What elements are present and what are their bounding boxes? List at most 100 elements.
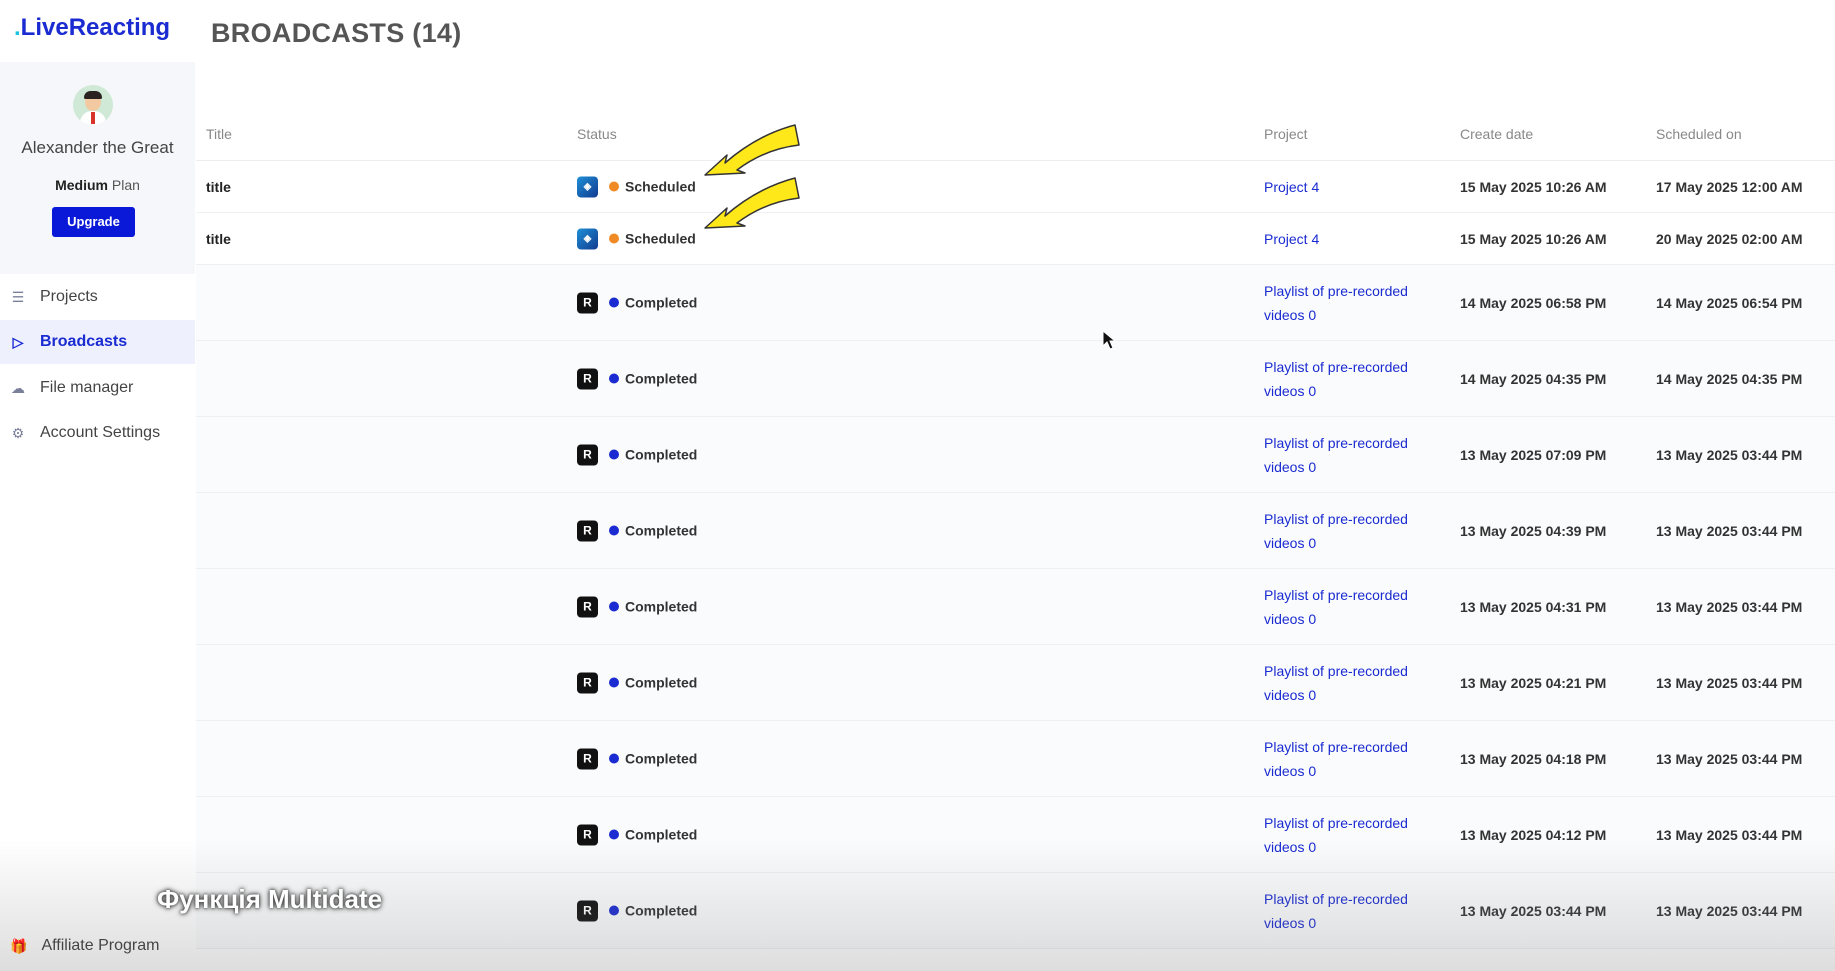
youtube-thumbnail-icon: ◈ [577, 176, 598, 197]
table-row[interactable]: R Completed Playlist of pre-recorded video… [196, 341, 1835, 417]
create-date: 13 May 2025 07:09 PM [1460, 446, 1607, 463]
scheduled-date: 13 May 2025 03:44 PM [1656, 522, 1803, 539]
status-badge: R Completed [577, 900, 697, 921]
project-link[interactable]: Playlist of pre-recorded videos 0 [1264, 279, 1439, 327]
project-link[interactable]: Playlist of pre-recorded videos 0 [1264, 431, 1439, 479]
status-badge: R Completed [577, 748, 697, 769]
scheduled-date: 17 May 2025 12:00 AM [1656, 178, 1803, 195]
column-header-scheduled-on[interactable]: Scheduled on [1656, 126, 1742, 142]
scheduled-date: 13 May 2025 03:44 PM [1656, 598, 1803, 615]
status-badge: R Completed [577, 824, 697, 845]
video-caption: Функція Multidate [157, 884, 383, 914]
project-link[interactable]: Playlist of pre-recorded videos 0 [1264, 811, 1439, 859]
sidebar-item-label: Affiliate Program [41, 937, 160, 954]
broadcasts-table: Title Status Project Create date Schedul… [196, 112, 1835, 949]
status-badge: ◈ Scheduled [577, 228, 696, 249]
create-date: 13 May 2025 04:31 PM [1460, 598, 1607, 615]
status-badge: R Completed [577, 520, 697, 541]
create-date: 13 May 2025 04:21 PM [1460, 674, 1607, 691]
table-row[interactable]: R Completed Playlist of pre-recorded video… [196, 569, 1835, 645]
upgrade-button[interactable]: Upgrade [52, 207, 135, 237]
column-header-title[interactable]: Title [206, 126, 232, 142]
livereacting-r-icon: R [577, 748, 598, 769]
table-header: Title Status Project Create date Schedul… [196, 112, 1835, 161]
plan-name: Medium [55, 177, 108, 193]
column-header-create-date[interactable]: Create date [1460, 126, 1533, 142]
page-title: BROADCASTS (14) [211, 18, 462, 48]
column-header-project[interactable]: Project [1264, 126, 1308, 142]
status-label: Scheduled [625, 178, 696, 195]
project-link[interactable]: Project 4 [1264, 175, 1439, 199]
menu-lines-icon: ☰ [11, 288, 25, 305]
status-dot-icon [609, 233, 619, 244]
scheduled-date: 13 May 2025 03:44 PM [1656, 750, 1803, 767]
sidebar-item-label: Projects [40, 288, 98, 305]
gear-icon: ⚙ [11, 424, 25, 441]
create-date: 15 May 2025 10:26 AM [1460, 178, 1607, 195]
status-badge: R Completed [577, 596, 697, 617]
project-link[interactable]: Project 4 [1264, 227, 1439, 251]
scheduled-date: 13 May 2025 03:44 PM [1656, 674, 1803, 691]
play-outline-icon: ▷ [12, 333, 24, 350]
create-date: 14 May 2025 04:35 PM [1460, 370, 1607, 387]
cloud-upload-icon: ☁ [11, 379, 25, 396]
sidebar-item-affiliate-program[interactable]: 🎁 Affiliate Program [0, 924, 195, 968]
status-label: Completed [625, 674, 698, 691]
user-name: Alexander the Great [21, 138, 174, 157]
plan-suffix: Plan [107, 177, 140, 193]
avatar[interactable] [73, 85, 113, 125]
project-link[interactable]: Playlist of pre-recorded videos 0 [1264, 735, 1439, 783]
table-row[interactable]: R Completed Playlist of pre-recorded video… [196, 493, 1835, 569]
scheduled-date: 13 May 2025 03:44 PM [1656, 446, 1803, 463]
table-row[interactable]: R Completed Playlist of pre-recorded video… [196, 873, 1835, 949]
status-dot-icon [609, 449, 619, 460]
status-badge: R Completed [577, 444, 697, 465]
create-date: 15 May 2025 10:26 AM [1460, 230, 1607, 247]
table-row[interactable]: R Completed Playlist of pre-recorded video… [196, 417, 1835, 493]
status-dot-icon [609, 905, 619, 916]
status-dot-icon [609, 297, 619, 308]
status-label: Completed [625, 370, 698, 387]
column-header-status[interactable]: Status [577, 126, 617, 142]
scheduled-date: 13 May 2025 03:44 PM [1656, 826, 1803, 843]
status-label: Completed [625, 294, 698, 311]
create-date: 13 May 2025 04:18 PM [1460, 750, 1607, 767]
project-link[interactable]: Playlist of pre-recorded videos 0 [1264, 659, 1439, 707]
table-body: title ◈ Scheduled Project 4 15 May 2025 10:2… [196, 161, 1835, 949]
livereacting-r-icon: R [577, 596, 598, 617]
status-label: Completed [625, 446, 698, 463]
sidebar-item-label: Broadcasts [40, 333, 128, 350]
project-link[interactable]: Playlist of pre-recorded videos 0 [1264, 887, 1439, 935]
table-row[interactable]: R Completed Playlist of pre-recorded video… [196, 645, 1835, 721]
youtube-thumbnail-icon: ◈ [577, 228, 598, 249]
status-label: Completed [625, 522, 698, 539]
logo-dot: . [14, 14, 21, 41]
livereacting-r-icon: R [577, 672, 598, 693]
status-badge: ◈ Scheduled [577, 176, 696, 197]
livereacting-r-icon: R [577, 824, 598, 845]
table-row[interactable]: R Completed Playlist of pre-recorded video… [196, 265, 1835, 341]
mouse-cursor-icon [1102, 330, 1116, 350]
scheduled-date: 14 May 2025 06:54 PM [1656, 294, 1803, 311]
status-dot-icon [609, 677, 619, 688]
sidebar-item-account-settings[interactable]: ⚙ Account Settings [0, 411, 195, 455]
sidebar-item-projects[interactable]: ☰ Projects [0, 275, 195, 319]
status-dot-icon [609, 525, 619, 536]
logo-text: LiveReacting [20, 14, 171, 41]
table-row[interactable]: R Completed Playlist of pre-recorded video… [196, 721, 1835, 797]
project-link[interactable]: Playlist of pre-recorded videos 0 [1264, 507, 1439, 555]
broadcast-title[interactable]: title [206, 179, 231, 195]
table-row[interactable]: title ◈ Scheduled Project 4 15 May 2025 10:2… [196, 161, 1835, 213]
app-logo[interactable]: .LiveReacting [14, 14, 170, 42]
broadcast-title[interactable]: title [206, 231, 231, 247]
table-row[interactable]: title ◈ Scheduled Project 4 15 May 2025 10:2… [196, 213, 1835, 265]
table-row[interactable]: R Completed Playlist of pre-recorded video… [196, 797, 1835, 873]
project-link[interactable]: Playlist of pre-recorded videos 0 [1264, 583, 1439, 631]
plan-label: Medium Plan [0, 177, 195, 193]
sidebar-item-broadcasts[interactable]: ▷ Broadcasts [0, 320, 195, 364]
create-date: 13 May 2025 04:12 PM [1460, 826, 1607, 843]
status-dot-icon [609, 601, 619, 612]
status-label: Completed [625, 750, 698, 767]
project-link[interactable]: Playlist of pre-recorded videos 0 [1264, 355, 1439, 403]
sidebar-item-file-manager[interactable]: ☁ File manager [0, 366, 195, 410]
